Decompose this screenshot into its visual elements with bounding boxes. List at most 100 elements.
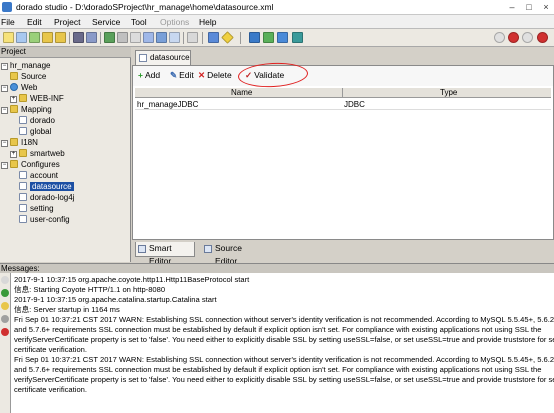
toolbar-separator <box>240 32 241 44</box>
folder-icon <box>10 138 18 146</box>
run-icon[interactable] <box>1 289 9 297</box>
stop-server-icon[interactable] <box>537 32 548 43</box>
column-divider <box>342 88 343 98</box>
menu-help[interactable]: Help <box>199 17 216 27</box>
tree-item-web[interactable]: − Web <box>1 82 37 93</box>
window-icon[interactable] <box>156 32 167 43</box>
copy-icon[interactable] <box>1 315 9 323</box>
deploy-icon[interactable] <box>208 32 219 43</box>
menu-tool[interactable]: Tool <box>131 17 147 27</box>
file-icon <box>19 193 27 201</box>
file-icon <box>19 204 27 212</box>
collapse-icon[interactable]: − <box>1 85 8 92</box>
folder-icon <box>10 105 18 113</box>
tab-datasource[interactable]: datasource <box>135 50 191 65</box>
tree-item-user-config[interactable]: user-config <box>19 214 70 225</box>
tab-smart-editor[interactable]: Smart Editor <box>135 242 195 266</box>
toolbar-separator <box>100 32 101 44</box>
error-icon[interactable] <box>508 32 519 43</box>
tree-item-smartweb[interactable]: + smartweb <box>10 148 65 159</box>
maximize-button[interactable]: □ <box>522 1 536 13</box>
tab-source-editor[interactable]: Source Editor <box>202 242 266 266</box>
close-button[interactable]: × <box>539 1 553 13</box>
source-editor-icon <box>204 245 212 253</box>
tree-item-source[interactable]: Source <box>10 71 46 82</box>
tree-item-configures[interactable]: − Configures <box>1 159 60 170</box>
tree-item-datasource[interactable]: datasource <box>19 181 74 192</box>
menu-service[interactable]: Service <box>92 17 120 27</box>
editor-body: + Add ✎ Edit ✕ Delete ✓ Validate Name Type h… <box>132 61 554 240</box>
collapse-icon[interactable]: − <box>1 107 8 114</box>
column-header-type[interactable]: Type <box>440 88 457 98</box>
tree-item-i18n[interactable]: − I18N <box>1 137 38 148</box>
editor-mode-tabs: Smart Editor Source Editor <box>132 240 554 266</box>
log-line: 信息: Starting Coyote HTTP/1.1 on http-808… <box>14 285 166 294</box>
run-icon[interactable] <box>169 32 180 43</box>
plus-icon: + <box>138 70 143 80</box>
file-icon <box>19 182 27 190</box>
tree-item-setting[interactable]: setting <box>19 203 54 214</box>
info-icon[interactable] <box>494 32 505 43</box>
collapse-icon[interactable]: − <box>1 140 8 147</box>
tree-item-hr-manage[interactable]: − hr_manage <box>1 60 50 71</box>
messages-sidebar <box>0 273 11 413</box>
project-panel: Project − hr_manage Source − Web + WEB-INF … <box>0 47 131 262</box>
log-line: 2017-9-1 10:37:15 org.apache.coyote.http… <box>14 275 250 284</box>
editor-area: datasource + Add ✎ Edit ✕ Delete ✓ Validate … <box>132 47 554 266</box>
minimize-button[interactable]: – <box>505 1 519 13</box>
project-panel-title: Project <box>0 47 131 58</box>
pencil-icon: ✎ <box>170 70 178 80</box>
stop-icon[interactable] <box>249 32 260 43</box>
menu-file[interactable]: File <box>1 17 15 27</box>
add-button[interactable]: + Add <box>138 70 160 80</box>
collapse-icon[interactable]: − <box>1 162 8 169</box>
messages-log[interactable]: 2017-9-1 10:37:15 org.apache.coyote.http… <box>11 273 554 413</box>
folder-icon <box>19 149 27 157</box>
debug-icon[interactable] <box>187 32 198 43</box>
clear-icon[interactable] <box>1 276 9 284</box>
expand-icon[interactable]: + <box>10 96 17 103</box>
folder-icon <box>19 94 27 102</box>
tree-item-dorado[interactable]: dorado <box>19 115 55 126</box>
new-icon[interactable] <box>3 32 14 43</box>
file-icon <box>19 171 27 179</box>
tree-item-global[interactable]: global <box>19 126 51 137</box>
validate-annotation-circle <box>237 61 309 89</box>
pause-icon[interactable] <box>1 302 9 310</box>
expand-icon[interactable]: + <box>10 151 17 158</box>
save-all-icon[interactable] <box>55 32 66 43</box>
toolbar-separator <box>69 32 70 44</box>
tree-item-dorado-log4j[interactable]: dorado-log4j <box>19 192 74 203</box>
redo-icon[interactable] <box>86 32 97 43</box>
undo-icon[interactable] <box>73 32 84 43</box>
network-icon[interactable] <box>292 32 303 43</box>
cut-icon[interactable] <box>104 32 115 43</box>
menu-edit[interactable]: Edit <box>27 17 42 27</box>
help-icon[interactable] <box>221 31 234 44</box>
tree-item-web-inf[interactable]: + WEB-INF <box>10 93 64 104</box>
refresh-icon[interactable] <box>263 32 274 43</box>
cell-name: hr_manageJDBC <box>137 100 199 109</box>
copy-icon[interactable] <box>117 32 128 43</box>
find-icon[interactable] <box>143 32 154 43</box>
save-icon[interactable] <box>42 32 53 43</box>
tree-item-mapping[interactable]: − Mapping <box>1 104 52 115</box>
log-line: certificate verification. <box>14 385 88 394</box>
paste-icon[interactable] <box>130 32 141 43</box>
tree-item-account[interactable]: account <box>19 170 58 181</box>
stop-icon[interactable] <box>1 328 9 336</box>
edit-button[interactable]: ✎ Edit <box>170 70 194 81</box>
web-icon <box>10 83 18 91</box>
table-row[interactable]: hr_manageJDBC JDBC <box>135 99 551 110</box>
folder-icon <box>10 160 18 168</box>
folder-icon[interactable] <box>29 32 40 43</box>
sync-icon[interactable] <box>277 32 288 43</box>
collapse-icon[interactable]: − <box>1 63 8 70</box>
delete-button[interactable]: ✕ Delete <box>198 70 232 81</box>
menu-project[interactable]: Project <box>54 17 80 27</box>
action-bar: + Add ✎ Edit ✕ Delete ✓ Validate <box>133 61 553 89</box>
warning-icon[interactable] <box>522 32 533 43</box>
menu-bar: File Edit Project Service Tool Options H… <box>0 15 554 29</box>
open-icon[interactable] <box>16 32 27 43</box>
column-header-name[interactable]: Name <box>231 88 252 98</box>
